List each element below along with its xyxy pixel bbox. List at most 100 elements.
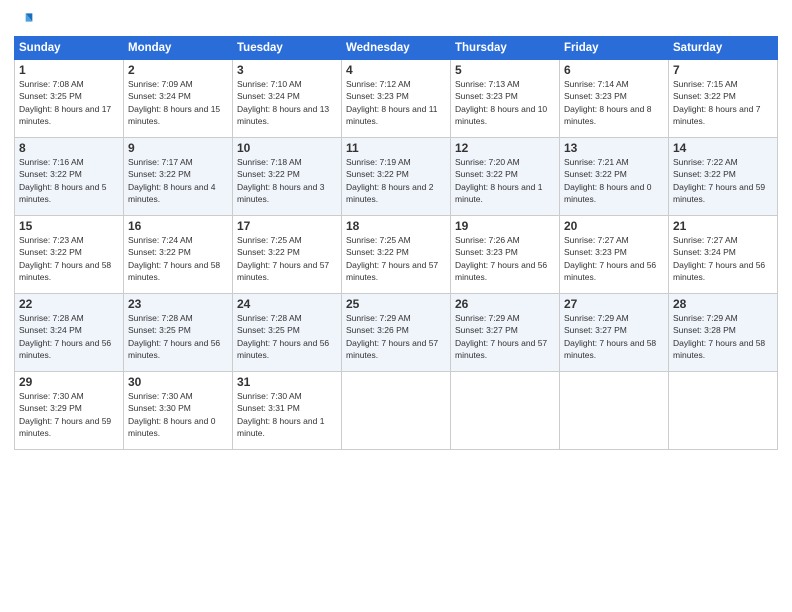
day-info: Sunrise: 7:19 AMSunset: 3:22 PMDaylight:… [346, 157, 433, 204]
day-cell [560, 372, 669, 450]
day-info: Sunrise: 7:29 AMSunset: 3:27 PMDaylight:… [564, 313, 656, 360]
day-cell: 27 Sunrise: 7:29 AMSunset: 3:27 PMDayligh… [560, 294, 669, 372]
day-cell: 3 Sunrise: 7:10 AMSunset: 3:24 PMDaylight… [233, 60, 342, 138]
day-number: 9 [128, 141, 228, 155]
day-cell: 1 Sunrise: 7:08 AMSunset: 3:25 PMDaylight… [15, 60, 124, 138]
logo-text [14, 10, 38, 30]
day-info: Sunrise: 7:09 AMSunset: 3:24 PMDaylight:… [128, 79, 220, 126]
day-cell: 24Sunrise: 7:28 AMSunset: 3:25 PMDayligh… [233, 294, 342, 372]
day-cell: 29 Sunrise: 7:30 AMSunset: 3:29 PMDayligh… [15, 372, 124, 450]
day-number: 16 [128, 219, 228, 233]
day-cell: 30 Sunrise: 7:30 AMSunset: 3:30 PMDayligh… [124, 372, 233, 450]
day-info: Sunrise: 7:17 AMSunset: 3:22 PMDaylight:… [128, 157, 215, 204]
day-cell: 25 Sunrise: 7:29 AMSunset: 3:26 PMDayligh… [342, 294, 451, 372]
week-row-2: 8Sunrise: 7:16 AMSunset: 3:22 PMDaylight… [15, 138, 778, 216]
day-cell: 20Sunrise: 7:27 AMSunset: 3:23 PMDayligh… [560, 216, 669, 294]
day-info: Sunrise: 7:20 AMSunset: 3:22 PMDaylight:… [455, 157, 542, 204]
day-number: 29 [19, 375, 119, 389]
day-cell: 21 Sunrise: 7:27 AMSunset: 3:24 PMDayligh… [669, 216, 778, 294]
day-number: 1 [19, 63, 119, 77]
col-header-sunday: Sunday [15, 37, 124, 60]
day-info: Sunrise: 7:28 AMSunset: 3:24 PMDaylight:… [19, 313, 111, 360]
day-cell: 8Sunrise: 7:16 AMSunset: 3:22 PMDaylight… [15, 138, 124, 216]
day-number: 7 [673, 63, 773, 77]
day-number: 15 [19, 219, 119, 233]
page: SundayMondayTuesdayWednesdayThursdayFrid… [0, 0, 792, 612]
day-cell: 15 Sunrise: 7:23 AMSunset: 3:22 PMDayligh… [15, 216, 124, 294]
day-number: 12 [455, 141, 555, 155]
col-header-thursday: Thursday [451, 37, 560, 60]
day-number: 10 [237, 141, 337, 155]
day-number: 17 [237, 219, 337, 233]
day-info: Sunrise: 7:08 AMSunset: 3:25 PMDaylight:… [19, 79, 111, 126]
day-cell: 26 Sunrise: 7:29 AMSunset: 3:27 PMDayligh… [451, 294, 560, 372]
day-info: Sunrise: 7:29 AMSunset: 3:27 PMDaylight:… [455, 313, 547, 360]
logo-icon [14, 10, 34, 30]
day-info: Sunrise: 7:15 AMSunset: 3:22 PMDaylight:… [673, 79, 760, 126]
day-info: Sunrise: 7:26 AMSunset: 3:23 PMDaylight:… [455, 235, 547, 282]
day-number: 23 [128, 297, 228, 311]
day-info: Sunrise: 7:30 AMSunset: 3:30 PMDaylight:… [128, 391, 215, 438]
day-number: 11 [346, 141, 446, 155]
day-cell: 11 Sunrise: 7:19 AMSunset: 3:22 PMDayligh… [342, 138, 451, 216]
day-info: Sunrise: 7:27 AMSunset: 3:24 PMDaylight:… [673, 235, 765, 282]
day-cell: 7 Sunrise: 7:15 AMSunset: 3:22 PMDaylight… [669, 60, 778, 138]
day-number: 28 [673, 297, 773, 311]
day-info: Sunrise: 7:30 AMSunset: 3:29 PMDaylight:… [19, 391, 111, 438]
day-cell: 9 Sunrise: 7:17 AMSunset: 3:22 PMDaylight… [124, 138, 233, 216]
day-cell: 16Sunrise: 7:24 AMSunset: 3:22 PMDayligh… [124, 216, 233, 294]
week-row-1: 1 Sunrise: 7:08 AMSunset: 3:25 PMDaylight… [15, 60, 778, 138]
week-row-3: 15 Sunrise: 7:23 AMSunset: 3:22 PMDayligh… [15, 216, 778, 294]
col-header-tuesday: Tuesday [233, 37, 342, 60]
day-cell [451, 372, 560, 450]
logo-area [14, 10, 38, 30]
day-cell: 12 Sunrise: 7:20 AMSunset: 3:22 PMDayligh… [451, 138, 560, 216]
day-cell: 22 Sunrise: 7:28 AMSunset: 3:24 PMDayligh… [15, 294, 124, 372]
day-number: 13 [564, 141, 664, 155]
day-number: 2 [128, 63, 228, 77]
day-number: 6 [564, 63, 664, 77]
day-cell: 18Sunrise: 7:25 AMSunset: 3:22 PMDayligh… [342, 216, 451, 294]
day-number: 27 [564, 297, 664, 311]
calendar-table: SundayMondayTuesdayWednesdayThursdayFrid… [14, 36, 778, 450]
header [14, 10, 778, 30]
day-number: 26 [455, 297, 555, 311]
day-cell: 13 Sunrise: 7:21 AMSunset: 3:22 PMDayligh… [560, 138, 669, 216]
day-number: 31 [237, 375, 337, 389]
day-number: 19 [455, 219, 555, 233]
col-header-wednesday: Wednesday [342, 37, 451, 60]
day-info: Sunrise: 7:21 AMSunset: 3:22 PMDaylight:… [564, 157, 651, 204]
day-number: 22 [19, 297, 119, 311]
day-cell [669, 372, 778, 450]
day-info: Sunrise: 7:22 AMSunset: 3:22 PMDaylight:… [673, 157, 765, 204]
day-cell: 6 Sunrise: 7:14 AMSunset: 3:23 PMDaylight… [560, 60, 669, 138]
day-info: Sunrise: 7:28 AMSunset: 3:25 PMDaylight:… [237, 313, 329, 360]
day-info: Sunrise: 7:25 AMSunset: 3:22 PMDaylight:… [237, 235, 329, 282]
day-number: 5 [455, 63, 555, 77]
day-number: 3 [237, 63, 337, 77]
day-info: Sunrise: 7:16 AMSunset: 3:22 PMDaylight:… [19, 157, 106, 204]
day-number: 21 [673, 219, 773, 233]
day-cell: 31Sunrise: 7:30 AMSunset: 3:31 PMDayligh… [233, 372, 342, 450]
day-cell: 28Sunrise: 7:29 AMSunset: 3:28 PMDayligh… [669, 294, 778, 372]
day-info: Sunrise: 7:13 AMSunset: 3:23 PMDaylight:… [455, 79, 547, 126]
day-cell: 23Sunrise: 7:28 AMSunset: 3:25 PMDayligh… [124, 294, 233, 372]
day-cell: 14Sunrise: 7:22 AMSunset: 3:22 PMDayligh… [669, 138, 778, 216]
day-number: 18 [346, 219, 446, 233]
day-info: Sunrise: 7:18 AMSunset: 3:22 PMDaylight:… [237, 157, 324, 204]
day-number: 25 [346, 297, 446, 311]
day-cell [342, 372, 451, 450]
day-info: Sunrise: 7:23 AMSunset: 3:22 PMDaylight:… [19, 235, 111, 282]
day-cell: 5 Sunrise: 7:13 AMSunset: 3:23 PMDaylight… [451, 60, 560, 138]
week-row-4: 22 Sunrise: 7:28 AMSunset: 3:24 PMDayligh… [15, 294, 778, 372]
day-cell: 10 Sunrise: 7:18 AMSunset: 3:22 PMDayligh… [233, 138, 342, 216]
day-info: Sunrise: 7:10 AMSunset: 3:24 PMDaylight:… [237, 79, 329, 126]
header-row: SundayMondayTuesdayWednesdayThursdayFrid… [15, 37, 778, 60]
day-info: Sunrise: 7:14 AMSunset: 3:23 PMDaylight:… [564, 79, 651, 126]
day-cell: 19 Sunrise: 7:26 AMSunset: 3:23 PMDayligh… [451, 216, 560, 294]
day-cell: 17 Sunrise: 7:25 AMSunset: 3:22 PMDayligh… [233, 216, 342, 294]
day-info: Sunrise: 7:29 AMSunset: 3:26 PMDaylight:… [346, 313, 438, 360]
day-cell: 4Sunrise: 7:12 AMSunset: 3:23 PMDaylight… [342, 60, 451, 138]
col-header-saturday: Saturday [669, 37, 778, 60]
day-number: 30 [128, 375, 228, 389]
